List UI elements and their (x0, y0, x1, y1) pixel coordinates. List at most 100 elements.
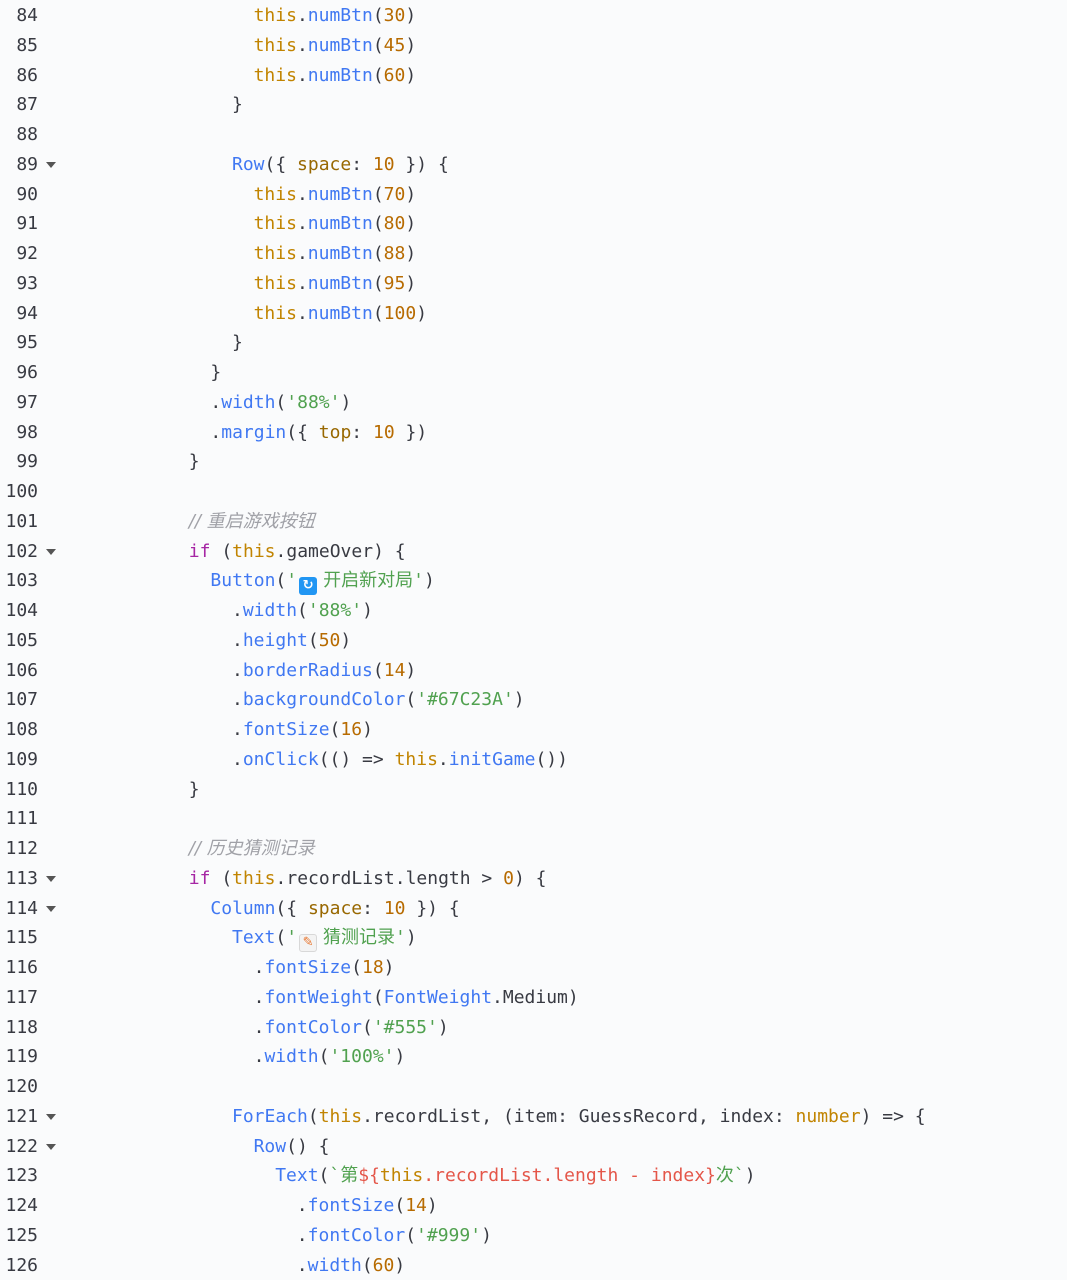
code-token: space (297, 154, 351, 175)
line-number: 101 (4, 507, 38, 537)
code-line[interactable]: 122Row() { (0, 1132, 1067, 1162)
code-text: this.numBtn(100) (254, 299, 427, 329)
code-text: .width('88%') (232, 596, 373, 626)
code-line[interactable]: 111 (0, 804, 1067, 834)
code-line[interactable]: 125.fontColor('#999') (0, 1221, 1067, 1251)
code-text: .fontSize(16) (232, 715, 373, 745)
code-line[interactable]: 107.backgroundColor('#67C23A') (0, 685, 1067, 715)
fold-toggle-icon[interactable] (45, 1132, 57, 1162)
code-token: 10 (384, 898, 406, 919)
code-token: ) (405, 660, 416, 681)
code-text: Text('✎猜测记录') (232, 923, 417, 953)
line-number: 86 (4, 61, 38, 91)
code-line[interactable]: 87} (0, 90, 1067, 120)
line-number: 92 (4, 239, 38, 269)
line-number: 118 (4, 1013, 38, 1043)
code-text: .fontColor('#999') (297, 1221, 492, 1251)
line-number: 105 (4, 626, 38, 656)
code-token: . (297, 1195, 308, 1216)
code-line[interactable]: 98.margin({ top: 10 }) (0, 418, 1067, 448)
code-token: ( (275, 927, 286, 948)
code-token: this (254, 303, 297, 324)
code-line[interactable]: 109.onClick(() => this.initGame()) (0, 745, 1067, 775)
fold-toggle-icon[interactable] (45, 894, 57, 924)
code-text: this.numBtn(95) (254, 269, 417, 299)
code-line[interactable]: 105 .height(50) (0, 626, 1067, 656)
code-token: 60 (384, 65, 406, 86)
code-line[interactable]: 96} (0, 358, 1067, 388)
code-token: ( (405, 1225, 416, 1246)
code-token: '88%' (308, 600, 362, 621)
code-token: . (232, 749, 243, 770)
code-line[interactable]: 97.width('88%') (0, 388, 1067, 418)
code-editor[interactable]: 84this.numBtn(30)85this.numBtn(45)86 this… (0, 1, 1067, 1280)
code-line[interactable]: 124.fontSize(14) (0, 1191, 1067, 1221)
code-line[interactable]: 94this.numBtn(100) (0, 299, 1067, 329)
code-line[interactable]: 89Row({ space: 10 }) { (0, 150, 1067, 180)
code-line[interactable]: 112// 历史猜测记录 (0, 834, 1067, 864)
code-line[interactable]: 91this.numBtn(80) (0, 209, 1067, 239)
code-line[interactable]: 95} (0, 328, 1067, 358)
code-token: 16 (340, 719, 362, 740)
code-token: .recordList, (item: GuessRecord, index: (362, 1106, 795, 1127)
code-line[interactable]: 85this.numBtn(45) (0, 31, 1067, 61)
code-line[interactable]: 90this.numBtn(70) (0, 180, 1067, 210)
code-token: . (297, 35, 308, 56)
code-token: . (232, 689, 243, 710)
code-token: width (264, 1046, 318, 1067)
line-number: 91 (4, 209, 38, 239)
code-line[interactable]: 84this.numBtn(30) (0, 1, 1067, 31)
code-line[interactable]: 88 (0, 120, 1067, 150)
fold-toggle-icon[interactable] (45, 864, 57, 894)
line-number: 104 (4, 596, 38, 626)
fold-toggle-icon[interactable] (45, 1102, 57, 1132)
code-token: margin (221, 422, 286, 443)
code-token: ${ (358, 1165, 380, 1186)
code-token: ({ (265, 154, 298, 175)
code-line[interactable]: 106.borderRadius(14) (0, 656, 1067, 686)
code-line[interactable]: 93this.numBtn(95) (0, 269, 1067, 299)
code-token: ( (373, 213, 384, 234)
code-line[interactable]: 118.fontColor('#555') (0, 1013, 1067, 1043)
code-line[interactable]: 103Button('↻开启新对局') (0, 566, 1067, 596)
code-token: this (232, 868, 275, 889)
code-line[interactable]: 108.fontSize(16) (0, 715, 1067, 745)
code-line[interactable]: 123Text(`第${this.recordList.length - ind… (0, 1161, 1067, 1191)
code-token: ( (275, 392, 286, 413)
code-line[interactable]: 99} (0, 447, 1067, 477)
code-token: 10 (373, 422, 395, 443)
line-number: 100 (4, 477, 38, 507)
code-line[interactable]: 92this.numBtn(88) (0, 239, 1067, 269)
code-line[interactable]: 100 (0, 477, 1067, 507)
fold-toggle-icon[interactable] (45, 150, 57, 180)
code-line[interactable]: 102if (this.gameOver) { (0, 537, 1067, 567)
code-token: }) { (395, 154, 449, 175)
code-token: : (351, 154, 373, 175)
code-token: . (210, 392, 221, 413)
code-line[interactable]: 119.width('100%') (0, 1042, 1067, 1072)
code-token: ) (395, 1046, 406, 1067)
code-token: ) (481, 1225, 492, 1246)
code-text: .height(50) (232, 626, 351, 656)
fold-toggle-icon[interactable] (45, 537, 57, 567)
code-token: this (254, 35, 297, 56)
code-line[interactable]: 86 this.numBtn(60) (0, 61, 1067, 91)
code-text: this.numBtn(60) (254, 61, 417, 91)
code-line[interactable]: 104 .width('88%') (0, 596, 1067, 626)
code-line[interactable]: 110} (0, 775, 1067, 805)
code-line[interactable]: 114Column({ space: 10 }) { (0, 894, 1067, 924)
code-token: width (243, 600, 297, 621)
code-token: ) (384, 957, 395, 978)
code-token: } (210, 362, 221, 383)
code-line[interactable]: 117.fontWeight(FontWeight.Medium) (0, 983, 1067, 1013)
code-token: ) (405, 213, 416, 234)
code-line[interactable]: 126.width(60) (0, 1251, 1067, 1280)
code-token: // 重启游戏按钮 (189, 511, 315, 532)
code-token: } (189, 451, 200, 472)
code-line[interactable]: 115Text('✎猜测记录') (0, 923, 1067, 953)
code-line[interactable]: 101 // 重启游戏按钮 (0, 507, 1067, 537)
code-line[interactable]: 116.fontSize(18) (0, 953, 1067, 983)
code-line[interactable]: 121ForEach(this.recordList, (item: Guess… (0, 1102, 1067, 1132)
code-line[interactable]: 113if (this.recordList.length > 0) { (0, 864, 1067, 894)
code-line[interactable]: 120 (0, 1072, 1067, 1102)
